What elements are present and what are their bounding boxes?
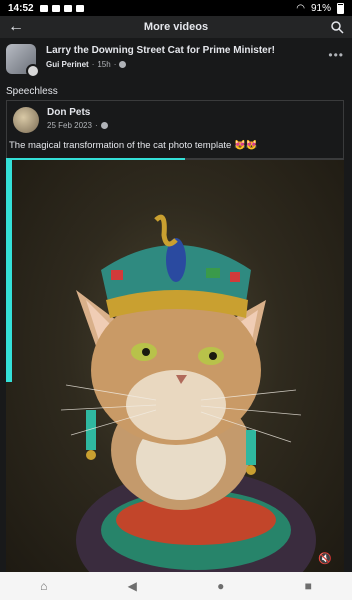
post-author[interactable]: Gui Perinet xyxy=(46,60,89,69)
search-icon[interactable] xyxy=(330,20,344,34)
clock: 14:52 xyxy=(8,2,34,14)
post-title[interactable]: Larry the Downing Street Cat for Prime M… xyxy=(46,44,346,57)
separator-dot: · xyxy=(94,121,98,130)
notification-icons xyxy=(39,4,84,12)
battery-percent: 91% xyxy=(310,2,331,14)
post-time: 15h xyxy=(97,60,111,69)
recents-icon[interactable]: ■ xyxy=(305,579,312,593)
shared-author-avatar[interactable] xyxy=(13,107,39,133)
battery-icon xyxy=(337,2,344,14)
wifi-icon: ◠ xyxy=(296,2,305,14)
status-right: ◠ 91% xyxy=(296,2,344,14)
page-title: More videos xyxy=(143,21,209,33)
back-nav-icon[interactable]: ◀ xyxy=(128,579,137,593)
shared-post-header: Don Pets 25 Feb 2023 · xyxy=(7,101,343,133)
author-avatar[interactable] xyxy=(26,64,40,78)
shared-post-date: 25 Feb 2023 xyxy=(47,121,92,130)
separator-dot: · xyxy=(113,60,117,69)
page-avatar[interactable] xyxy=(6,44,40,78)
shared-post-meta: Don Pets 25 Feb 2023 · xyxy=(47,107,108,133)
post-byline: Gui Perinet · 15h · xyxy=(46,60,346,69)
status-bar: 14:52 ◠ 91% xyxy=(0,0,352,16)
video-player[interactable]: 🔇 xyxy=(6,160,344,572)
globe-icon xyxy=(100,122,108,129)
home-icon[interactable]: ⌂ xyxy=(40,579,47,593)
post-caption: Speechless xyxy=(6,86,58,97)
post-meta: Larry the Downing Street Cat for Prime M… xyxy=(46,44,346,76)
shared-post-text: The magical transformation of the cat ph… xyxy=(9,140,258,151)
back-arrow-icon[interactable]: ← xyxy=(8,18,24,36)
more-options-icon[interactable]: ••• xyxy=(328,48,344,62)
mute-icon[interactable]: 🔇 xyxy=(318,552,340,568)
top-bar: ← More videos xyxy=(0,16,352,38)
shared-post-byline: 25 Feb 2023 · xyxy=(47,121,108,130)
cat-video-frame xyxy=(6,160,316,572)
shared-author-name[interactable]: Don Pets xyxy=(47,107,108,118)
android-nav-bar: ⌂ ◀ ● ■ xyxy=(0,572,352,600)
home-nav-icon[interactable]: ● xyxy=(217,579,224,593)
shared-post-card[interactable]: Don Pets 25 Feb 2023 · The magical trans… xyxy=(6,100,344,159)
globe-icon xyxy=(119,61,127,68)
separator-dot: · xyxy=(91,60,95,69)
post-header: Larry the Downing Street Cat for Prime M… xyxy=(0,38,352,82)
